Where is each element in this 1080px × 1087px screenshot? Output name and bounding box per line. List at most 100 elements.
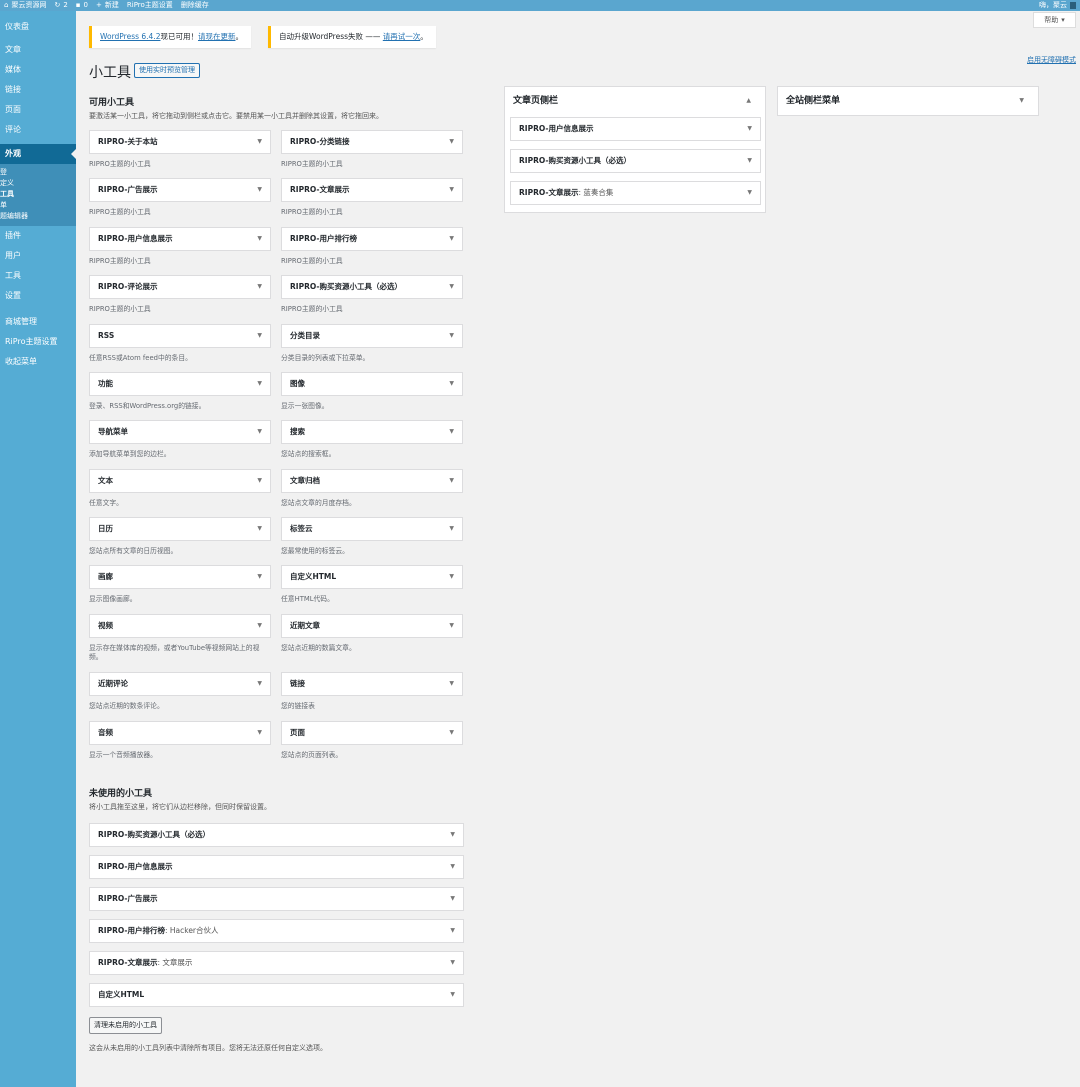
site-name-link[interactable]: ⌂ 聚云资源网 — [0, 0, 50, 11]
chevron-down-icon[interactable]: ▼ — [747, 150, 752, 172]
chevron-down-icon[interactable]: ▼ — [257, 179, 262, 201]
chevron-down-icon[interactable]: ▼ — [257, 228, 262, 250]
chevron-down-icon[interactable]: ▼ — [449, 373, 454, 395]
available-widget[interactable]: RIPRO-分类链接 ▼ — [281, 130, 463, 154]
clear-inactive-widgets-button[interactable]: 清理未启用的小工具 — [89, 1017, 162, 1034]
menu-ripro-settings[interactable]: RiPro主题设置 — [0, 332, 76, 352]
available-widget[interactable]: 导航菜单 ▼ — [89, 420, 271, 444]
available-widget[interactable]: 视频 ▼ — [89, 614, 271, 638]
chevron-down-icon[interactable]: ▼ — [257, 276, 262, 298]
available-widget[interactable]: RIPRO-广告展示 ▼ — [89, 178, 271, 202]
chevron-down-icon[interactable]: ▼ — [450, 984, 455, 1006]
inactive-widget[interactable]: RIPRO-用户排行榜: Hacker合伙人 ▼ — [89, 919, 464, 943]
sidebar-widget[interactable]: RIPRO-文章展示: 蓝奏合集 ▼ — [510, 181, 761, 205]
sidebar-widget[interactable]: RIPRO-购买资源小工具（必选） ▼ — [510, 149, 761, 173]
submenu-menus[interactable]: 单 — [0, 200, 76, 211]
submenu-themes[interactable]: 登 — [0, 167, 76, 178]
chevron-down-icon[interactable]: ▼ — [449, 470, 454, 492]
chevron-down-icon[interactable]: ▼ — [450, 952, 455, 974]
available-widget[interactable]: 标签云 ▼ — [281, 517, 463, 541]
help-tab[interactable]: 帮助 ▾ — [1033, 12, 1076, 28]
menu-media[interactable]: 媒体 — [0, 60, 76, 80]
submenu-widgets[interactable]: 工具 — [0, 189, 76, 200]
chevron-down-icon[interactable]: ▼ — [257, 325, 262, 347]
new-content-link[interactable]: + 新建 — [92, 0, 123, 11]
menu-appearance[interactable]: 外观 — [0, 144, 76, 164]
updates-link[interactable]: ↻ 2 — [50, 0, 71, 11]
available-widget[interactable]: RIPRO-用户信息展示 ▼ — [89, 227, 271, 251]
chevron-down-icon[interactable]: ▼ — [449, 276, 454, 298]
chevron-down-icon[interactable]: ▼ — [257, 470, 262, 492]
available-widget[interactable]: 近期文章 ▼ — [281, 614, 463, 638]
menu-users[interactable]: 用户 — [0, 246, 76, 266]
available-widget[interactable]: RIPRO-用户排行榜 ▼ — [281, 227, 463, 251]
available-widget[interactable]: 文章归档 ▼ — [281, 469, 463, 493]
chevron-down-icon[interactable]: ▼ — [257, 131, 262, 153]
chevron-down-icon[interactable]: ▼ — [257, 518, 262, 540]
available-widget[interactable]: RIPRO-文章展示 ▼ — [281, 178, 463, 202]
retry-link[interactable]: 请再试一次 — [383, 32, 421, 41]
chevron-down-icon[interactable]: ▼ — [450, 888, 455, 910]
menu-links[interactable]: 链接 — [0, 80, 76, 100]
chevron-down-icon[interactable]: ▼ — [257, 566, 262, 588]
my-account-link[interactable]: 嗨，聚云 — [1039, 0, 1080, 11]
accessibility-mode-link[interactable]: 启用无障碍模式 — [1027, 55, 1076, 65]
chevron-down-icon[interactable]: ▼ — [257, 421, 262, 443]
available-widget[interactable]: RSS ▼ — [89, 324, 271, 348]
chevron-down-icon[interactable]: ▼ — [449, 722, 454, 744]
chevron-down-icon[interactable]: ▼ — [449, 131, 454, 153]
available-widget[interactable]: 分类目录 ▼ — [281, 324, 463, 348]
theme-settings-link[interactable]: RiPro主题设置 — [123, 0, 177, 11]
chevron-down-icon[interactable]: ▼ — [449, 179, 454, 201]
chevron-down-icon[interactable]: ▼ — [449, 518, 454, 540]
menu-settings[interactable]: 设置 — [0, 286, 76, 306]
menu-comments[interactable]: 评论 — [0, 120, 76, 140]
wp-version-link[interactable]: WordPress 6.4.2 — [100, 32, 160, 41]
chevron-down-icon[interactable]: ▼ — [257, 722, 262, 744]
inactive-widget[interactable]: RIPRO-文章展示: 文章展示 ▼ — [89, 951, 464, 975]
chevron-down-icon[interactable]: ▼ — [747, 182, 752, 204]
chevron-down-icon[interactable]: ▼ — [257, 615, 262, 637]
available-widget[interactable]: 画廊 ▼ — [89, 565, 271, 589]
inactive-widget[interactable]: RIPRO-购买资源小工具（必选） ▼ — [89, 823, 464, 847]
available-widget[interactable]: 音频 ▼ — [89, 721, 271, 745]
submenu-customize[interactable]: 定义 — [0, 178, 76, 189]
chevron-down-icon[interactable]: ▼ — [257, 373, 262, 395]
available-widget[interactable]: RIPRO-关于本站 ▼ — [89, 130, 271, 154]
inactive-widget[interactable]: 自定义HTML ▼ — [89, 983, 464, 1007]
update-now-link[interactable]: 请现在更新 — [198, 32, 236, 41]
inactive-widget[interactable]: RIPRO-广告展示 ▼ — [89, 887, 464, 911]
menu-posts[interactable]: 文章 — [0, 40, 76, 60]
clear-cache-link[interactable]: 删除缓存 — [177, 0, 213, 11]
sidebar-widget[interactable]: RIPRO-用户信息展示 ▼ — [510, 117, 761, 141]
available-widget[interactable]: 近期评论 ▼ — [89, 672, 271, 696]
chevron-down-icon[interactable]: ▼ — [449, 615, 454, 637]
chevron-down-icon[interactable]: ▼ — [450, 824, 455, 846]
available-widget[interactable]: 日历 ▼ — [89, 517, 271, 541]
menu-plugins[interactable]: 插件 — [0, 226, 76, 246]
global-sidebar-header[interactable]: 全站侧栏菜单 ▼ — [778, 87, 1038, 115]
chevron-down-icon[interactable]: ▼ — [449, 673, 454, 695]
chevron-down-icon[interactable]: ▼ — [449, 566, 454, 588]
comments-link[interactable]: ▪ 0 — [72, 0, 92, 11]
chevron-down-icon[interactable]: ▼ — [450, 920, 455, 942]
available-widget[interactable]: 图像 ▼ — [281, 372, 463, 396]
available-widget[interactable]: RIPRO-购买资源小工具（必选） ▼ — [281, 275, 463, 299]
menu-pages[interactable]: 页面 — [0, 100, 76, 120]
menu-shop[interactable]: 商城管理 — [0, 312, 76, 332]
available-widget[interactable]: 文本 ▼ — [89, 469, 271, 493]
chevron-down-icon[interactable]: ▼ — [257, 673, 262, 695]
available-widget[interactable]: 链接 ▼ — [281, 672, 463, 696]
available-widget[interactable]: 搜索 ▼ — [281, 420, 463, 444]
inactive-widget[interactable]: RIPRO-用户信息展示 ▼ — [89, 855, 464, 879]
chevron-down-icon[interactable]: ▼ — [449, 421, 454, 443]
available-widget[interactable]: RIPRO-评论展示 ▼ — [89, 275, 271, 299]
submenu-theme-editor[interactable]: 题编辑器 — [0, 211, 76, 222]
menu-dashboard[interactable]: 仪表盘 — [0, 17, 76, 37]
chevron-down-icon[interactable]: ▼ — [449, 228, 454, 250]
article-sidebar-header[interactable]: 文章页侧栏 ▲ — [505, 87, 765, 115]
menu-collapse[interactable]: 收起菜单 — [0, 352, 76, 372]
menu-tools[interactable]: 工具 — [0, 266, 76, 286]
available-widget[interactable]: 功能 ▼ — [89, 372, 271, 396]
chevron-down-icon[interactable]: ▼ — [747, 118, 752, 140]
